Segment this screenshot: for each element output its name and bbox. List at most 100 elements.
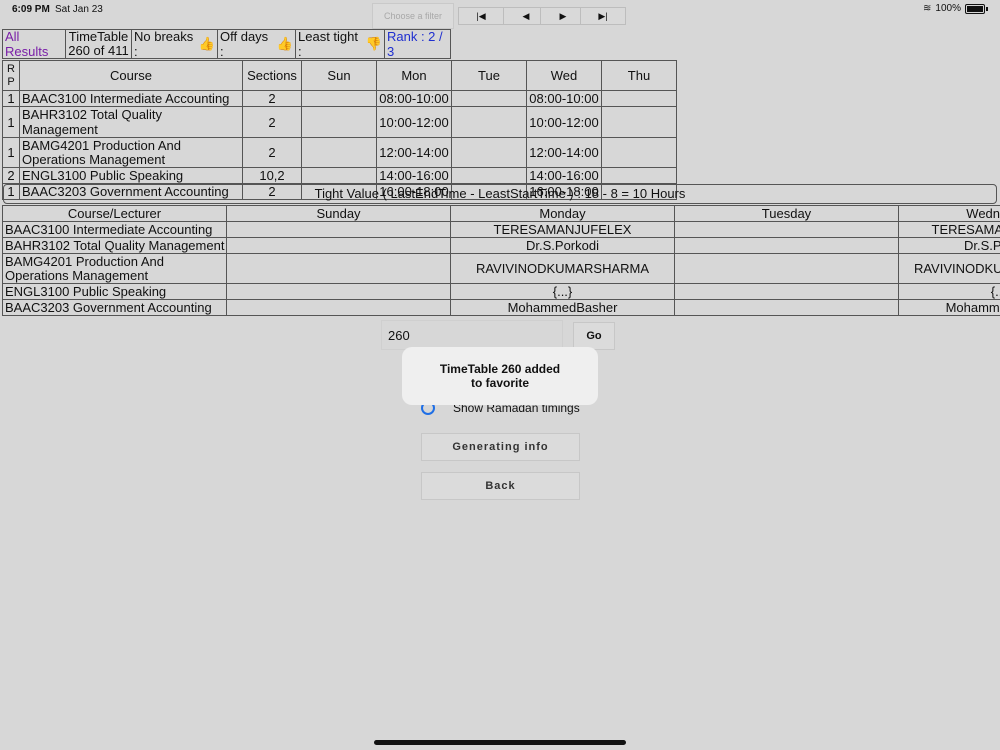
header-tue: Tue xyxy=(451,60,527,91)
tue-cell xyxy=(451,167,527,184)
summary-bar: All Results TimeTable 260 of 411 No brea… xyxy=(2,29,451,59)
sections-cell: 10,2 xyxy=(242,167,302,184)
mon-cell: 12:00-14:00 xyxy=(376,137,452,168)
table-row: ENGL3100 Public Speaking {...} {...} xyxy=(2,283,1000,300)
sections-cell: 2 xyxy=(242,90,302,107)
mon-cell: 10:00-12:00 xyxy=(376,106,452,138)
thu-cell xyxy=(601,90,677,107)
course-cell: BAAC3100 Intermediate Accounting xyxy=(2,221,227,238)
sunday-cell xyxy=(226,237,451,254)
wednesday-cell: MohammedBasher xyxy=(898,299,1000,316)
header-sunday: Sunday xyxy=(226,205,451,222)
lecturer-table-scroll[interactable]: Course/Lecturer Sunday Monday Tuesday We… xyxy=(2,205,1000,317)
wednesday-cell: RAVIVINODKUMARSHARMA xyxy=(898,253,1000,284)
table-row: 1 BAHR3102 Total Quality Management 2 10… xyxy=(2,106,677,138)
go-button[interactable]: Go xyxy=(573,322,615,350)
tuesday-cell xyxy=(674,253,899,284)
schedule-table: R P Course Sections Sun Mon Tue Wed Thu … xyxy=(2,60,677,200)
sun-cell xyxy=(301,90,377,107)
tuesday-cell xyxy=(674,283,899,300)
generating-info-button[interactable]: Generating info xyxy=(421,433,580,461)
monday-cell: Dr.S.Porkodi xyxy=(450,237,675,254)
wed-cell: 14:00-16:00 xyxy=(526,167,602,184)
thu-cell xyxy=(601,167,677,184)
monday-cell: TERESAMANJUFELEX xyxy=(450,221,675,238)
last-button[interactable]: ▶| xyxy=(580,7,626,25)
sections-cell: 2 xyxy=(242,106,302,138)
status-right: ≋ 100% xyxy=(923,3,988,14)
tue-cell xyxy=(451,106,527,138)
course-cell: BAMG4201 Production And Operations Manag… xyxy=(19,137,243,168)
least-tight-indicator: Least tight : 👎 xyxy=(296,29,385,59)
thu-cell xyxy=(601,106,677,138)
thumbs-up-icon: 👍 xyxy=(276,36,293,51)
course-cell: BAMG4201 Production And Operations Manag… xyxy=(2,253,227,284)
tue-cell xyxy=(451,137,527,168)
lecturer-table: Course/Lecturer Sunday Monday Tuesday We… xyxy=(2,205,1000,316)
back-button[interactable]: Back xyxy=(421,472,580,500)
rp-cell: 1 xyxy=(2,106,20,138)
course-cell: ENGL3100 Public Speaking xyxy=(2,283,227,300)
table-row: BAHR3102 Total Quality Management Dr.S.P… xyxy=(2,237,1000,254)
home-indicator[interactable] xyxy=(374,740,626,745)
mon-cell: 14:00-16:00 xyxy=(376,167,452,184)
favorite-toast: TimeTable 260 added to favorite xyxy=(402,347,598,405)
wed-cell: 08:00-10:00 xyxy=(526,90,602,107)
header-mon: Mon xyxy=(376,60,452,91)
off-days-label: Off days : xyxy=(220,29,269,59)
course-cell: BAAC3203 Government Accounting xyxy=(2,299,227,316)
wifi-icon: ≋ xyxy=(923,3,932,14)
wed-cell: 10:00-12:00 xyxy=(526,106,602,138)
monday-cell: MohammedBasher xyxy=(450,299,675,316)
sunday-cell xyxy=(226,221,451,238)
schedule-header-row: R P Course Sections Sun Mon Tue Wed Thu xyxy=(2,60,677,91)
rank-link[interactable]: Rank : 2 / 3 xyxy=(385,29,451,59)
tue-cell xyxy=(451,90,527,107)
monday-cell: {...} xyxy=(450,283,675,300)
timetable-number-input[interactable]: 260 xyxy=(381,320,563,350)
header-course-lecturer: Course/Lecturer xyxy=(2,205,227,222)
toast-line-1: TimeTable 260 added xyxy=(439,362,561,376)
first-button[interactable]: |◀ xyxy=(458,7,504,25)
header-wed: Wed xyxy=(526,60,602,91)
wednesday-cell: {...} xyxy=(898,283,1000,300)
all-results-link[interactable]: All Results xyxy=(2,29,66,59)
course-cell: BAAC3100 Intermediate Accounting xyxy=(19,90,243,107)
sun-cell xyxy=(301,137,377,168)
wednesday-cell: TERESAMANJUFELEX xyxy=(898,221,1000,238)
tuesday-cell xyxy=(674,299,899,316)
least-tight-label: Least tight : xyxy=(298,29,358,59)
header-sections: Sections xyxy=(242,60,302,91)
timetable-label: TimeTable xyxy=(68,29,129,44)
course-cell: BAHR3102 Total Quality Management xyxy=(19,106,243,138)
sections-cell: 2 xyxy=(242,137,302,168)
monday-cell: RAVIVINODKUMARSHARMA xyxy=(450,253,675,284)
header-sun: Sun xyxy=(301,60,377,91)
header-rp: R P xyxy=(2,60,20,91)
sunday-cell xyxy=(226,299,451,316)
mon-cell: 08:00-10:00 xyxy=(376,90,452,107)
timetable-counter: TimeTable 260 of 411 xyxy=(66,29,132,59)
battery-percent: 100% xyxy=(935,3,961,14)
lecturer-header-row: Course/Lecturer Sunday Monday Tuesday We… xyxy=(2,205,1000,222)
table-row: 1 BAMG4201 Production And Operations Man… xyxy=(2,137,677,168)
status-date: Sat Jan 23 xyxy=(55,4,103,15)
table-row: BAMG4201 Production And Operations Manag… xyxy=(2,253,1000,284)
header-wednesday: Wednesday xyxy=(898,205,1000,222)
wed-cell: 12:00-14:00 xyxy=(526,137,602,168)
tight-value-bar: Tight Value ( LastEndTime - LeastStartTi… xyxy=(3,184,997,204)
course-cell: BAHR3102 Total Quality Management xyxy=(2,237,227,254)
header-thu: Thu xyxy=(601,60,677,91)
header-monday: Monday xyxy=(450,205,675,222)
filter-select[interactable]: Choose a filter xyxy=(372,3,454,29)
timetable-index: 260 of 411 xyxy=(68,43,129,58)
tuesday-cell xyxy=(674,221,899,238)
no-breaks-label: No breaks : xyxy=(134,29,194,59)
no-breaks-indicator: No breaks : 👍 xyxy=(132,29,218,59)
toast-line-2: to favorite xyxy=(470,376,529,390)
rp-cell: 1 xyxy=(2,90,20,107)
off-days-indicator: Off days : 👍 xyxy=(218,29,296,59)
thu-cell xyxy=(601,137,677,168)
table-row: 2 ENGL3100 Public Speaking 10,2 14:00-16… xyxy=(2,167,677,184)
rp-cell: 2 xyxy=(2,167,20,184)
